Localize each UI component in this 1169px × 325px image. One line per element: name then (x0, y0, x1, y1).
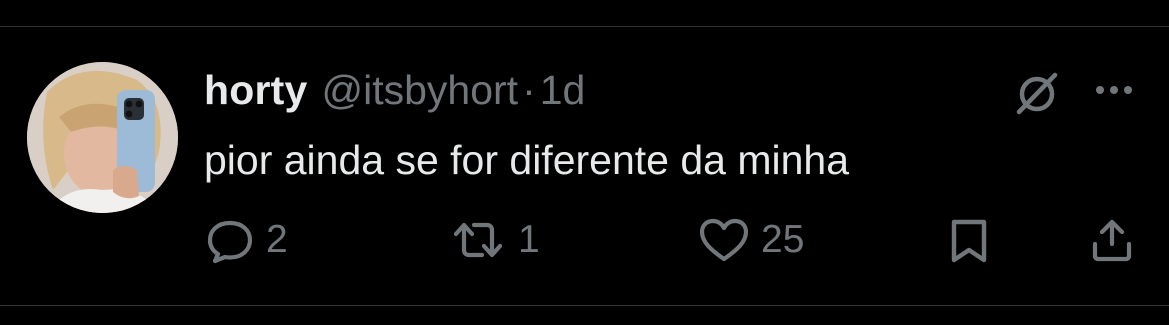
bookmark-button[interactable] (946, 212, 992, 268)
bookmark-icon (946, 214, 992, 266)
share-icon (1087, 214, 1137, 266)
reply-icon (204, 214, 256, 266)
retweet-count: 1 (518, 218, 540, 261)
retweet-icon (448, 214, 508, 266)
tweet-header: horty @itsbyhort · 1d (204, 62, 585, 118)
reply-count: 2 (266, 218, 288, 261)
share-button[interactable] (1087, 212, 1137, 268)
heart-icon (697, 214, 751, 266)
bottom-divider (0, 305, 1169, 306)
author-handle[interactable]: @itsbyhort (322, 67, 519, 114)
author-display-name[interactable]: horty (204, 67, 308, 114)
like-count: 25 (761, 218, 805, 261)
retweet-button[interactable]: 1 (448, 212, 540, 268)
header-separator: · (522, 66, 536, 113)
profile-photo-icon (27, 62, 178, 213)
tweet-text: pior ainda se for diferente da minha (204, 137, 850, 183)
grok-icon[interactable] (1010, 66, 1064, 120)
avatar[interactable] (27, 62, 178, 213)
like-button[interactable]: 25 (697, 212, 804, 268)
tweet-timestamp[interactable]: 1d (540, 67, 586, 114)
reply-button[interactable]: 2 (204, 212, 288, 268)
tweet-actions: 2 1 25 (0, 212, 1169, 268)
more-icon[interactable] (1090, 72, 1138, 108)
top-divider (0, 26, 1169, 27)
